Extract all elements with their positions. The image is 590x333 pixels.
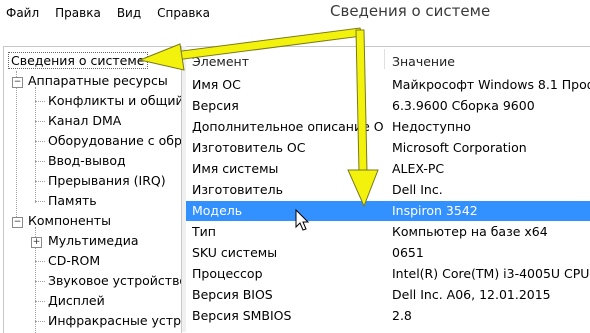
table-row[interactable]: Тип Компьютер на базе x64 <box>186 222 590 242</box>
column-divider[interactable] <box>384 49 385 69</box>
collapse-icon[interactable]: − <box>12 77 23 88</box>
menu-bar: Файл Правка Вид Справка <box>6 4 226 24</box>
title-bar: Файл Правка Вид Справка Сведения о систе… <box>0 0 590 44</box>
category-tree[interactable]: Сведения о системе − Аппаратные ресурсы … <box>3 46 182 333</box>
table-row[interactable]: SKU системы 0651 <box>186 243 590 263</box>
tree-item-io[interactable]: Ввод-вывод <box>48 151 126 171</box>
tree-item-infrared[interactable]: Инфракрасные устрой <box>48 311 181 331</box>
table-row[interactable]: Изготовитель Dell Inc. <box>186 180 590 200</box>
menu-file[interactable]: Файл <box>6 4 47 24</box>
table-row[interactable]: Процессор Intel(R) Core(TM) i3-4005U CPU … <box>186 264 590 284</box>
tree-item-cdrom[interactable]: CD-ROM <box>48 251 100 271</box>
table-row[interactable]: Имя системы ALEX-PC <box>186 159 590 179</box>
table-row[interactable]: Имя ОС Майкрософт Windows 8.1 Профе <box>186 75 590 95</box>
table-row[interactable]: Версия SMBIOS 2.8 <box>186 306 590 326</box>
table-row[interactable]: Дополнительное описание ОС Недоступно <box>186 117 590 137</box>
tree-item-display[interactable]: Дисплей <box>48 291 105 311</box>
tree-root-system-summary[interactable]: Сведения о системе <box>8 51 148 71</box>
menu-view[interactable]: Вид <box>117 4 149 24</box>
tree-item-components[interactable]: Компоненты <box>28 211 111 231</box>
tree-item-hardware[interactable]: Аппаратные ресурсы <box>28 71 168 91</box>
tree-item-dma[interactable]: Канал DMA <box>48 111 121 131</box>
table-row-selected[interactable]: Модель Inspiron 3542 <box>186 201 590 221</box>
tree-item-multimedia[interactable]: Мультимедиа <box>48 231 139 251</box>
menu-edit[interactable]: Правка <box>55 4 109 24</box>
expand-icon[interactable]: + <box>31 237 42 248</box>
tree-item-sound[interactable]: Звуковое устройство <box>48 271 181 291</box>
details-table: Элемент Значение Имя ОС Майкрософт Window… <box>186 46 590 333</box>
collapse-icon[interactable]: − <box>12 217 23 228</box>
table-row[interactable]: Версия BIOS Dell Inc. A06, 12.01.2015 <box>186 285 590 305</box>
tree-item-irq[interactable]: Прерывания (IRQ) <box>48 171 166 191</box>
column-header-value[interactable]: Значение <box>392 47 455 71</box>
window-title: Сведения о системе <box>330 2 491 20</box>
tree-item-forced-hardware[interactable]: Оборудование с обра <box>48 131 181 151</box>
tree-item-memory[interactable]: Память <box>48 191 97 211</box>
table-row[interactable]: Версия 6.3.9600 Сборка 9600 <box>186 96 590 116</box>
table-row[interactable]: Изготовитель ОС Microsoft Corporation <box>186 138 590 158</box>
table-header: Элемент Значение <box>186 47 590 71</box>
menu-help[interactable]: Справка <box>157 4 218 24</box>
tree-item-conflicts[interactable]: Конфликты и общий д <box>48 91 181 111</box>
column-header-item[interactable]: Элемент <box>192 47 249 71</box>
